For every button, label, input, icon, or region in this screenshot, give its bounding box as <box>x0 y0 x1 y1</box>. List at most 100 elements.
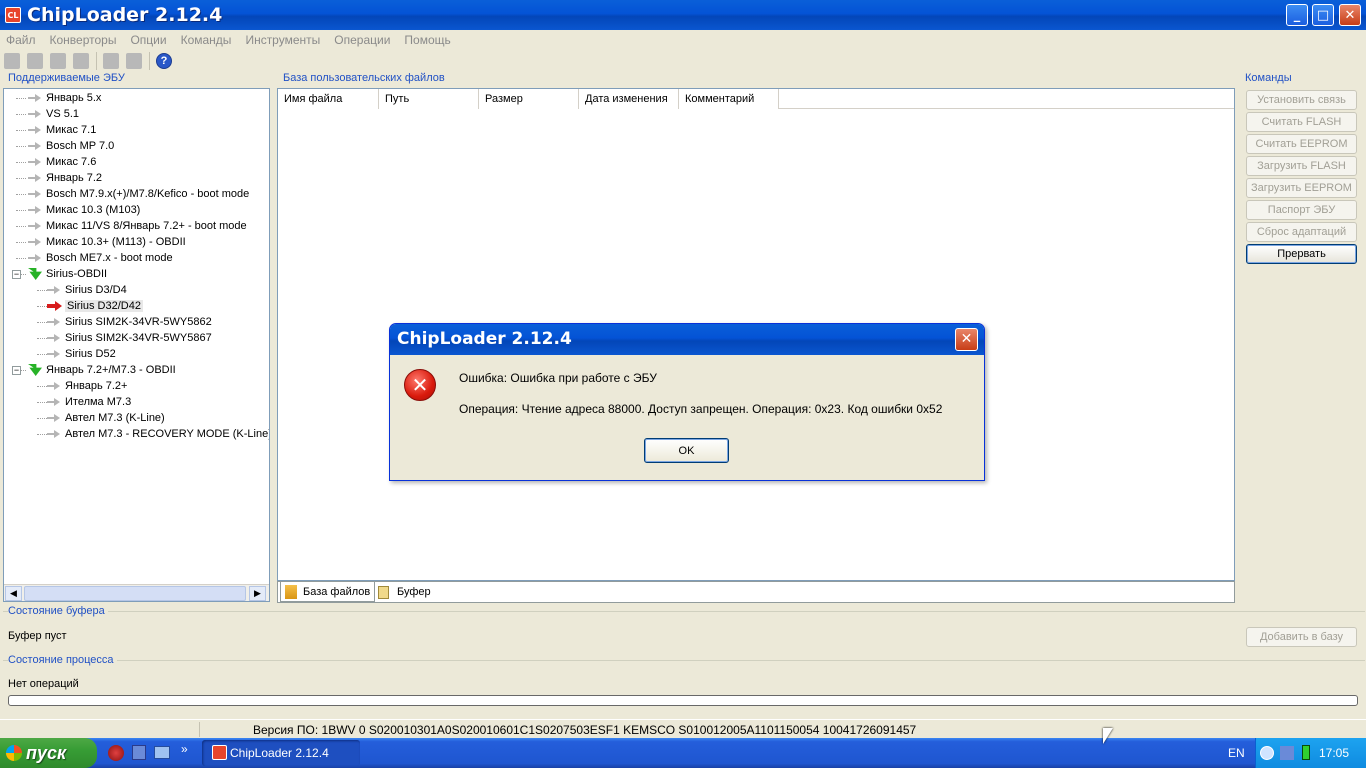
add-to-database-button[interactable]: Добавить в базу <box>1246 627 1357 647</box>
tree-item[interactable]: Sirius-OBDII <box>28 266 107 282</box>
tree-item[interactable]: Bosch M7.9.x(+)/M7.8/Kefico - boot mode <box>28 186 249 202</box>
tab-file-database[interactable]: База файлов <box>280 582 376 602</box>
tree-item[interactable]: Микас 7.1 <box>28 122 96 138</box>
save-icon[interactable] <box>132 745 146 760</box>
tree-item-label: Январь 7.2+ <box>65 380 128 392</box>
tree-item[interactable]: Январь 7.2+/M7.3 - OBDII <box>28 362 176 378</box>
tree-item-label: Автел M7.3 - RECOVERY MODE (K-Line) <box>65 428 270 440</box>
process-group-title: Состояние процесса <box>8 654 117 666</box>
browser-icon[interactable] <box>108 745 124 761</box>
dialog-titlebar[interactable]: ChipLoader 2.12.4 ✕ <box>390 324 984 355</box>
tree-connector <box>37 418 47 419</box>
scroll-right-button[interactable]: ▶ <box>249 586 266 601</box>
tray-back-icon[interactable] <box>1260 746 1274 760</box>
ecu-arrow-icon <box>47 381 61 391</box>
tree-connector <box>16 162 26 163</box>
column-size[interactable]: Размер <box>479 89 579 109</box>
ecu-arrow-icon <box>47 333 61 343</box>
tree-item[interactable]: Автел M7.3 - RECOVERY MODE (K-Line) <box>47 426 270 442</box>
tree-item[interactable]: Bosch MP 7.0 <box>28 138 114 154</box>
write-eeprom-button[interactable]: Загрузить EEPROM <box>1246 178 1357 198</box>
menu-tools[interactable]: Инструменты <box>245 33 320 47</box>
connect-button[interactable]: Установить связь <box>1246 90 1357 110</box>
dialog-close-button[interactable]: ✕ <box>955 328 978 351</box>
abort-button[interactable]: Прервать <box>1246 244 1357 264</box>
taskbar-task-label: ChipLoader 2.12.4 <box>230 746 329 760</box>
tree-item-label: Микас 11/VS 8/Январь 7.2+ - boot mode <box>46 220 247 232</box>
read-eeprom-button[interactable]: Считать EEPROM <box>1246 134 1357 154</box>
menu-commands[interactable]: Команды <box>181 33 232 47</box>
connect-icon[interactable] <box>4 53 20 69</box>
window-titlebar[interactable]: CL ChipLoader 2.12.4 _ □ ✕ <box>0 0 1366 30</box>
quicklaunch-chevron-icon[interactable]: » <box>181 742 188 756</box>
tree-collapse-icon[interactable]: − <box>12 366 21 375</box>
chiploader-icon <box>212 745 227 760</box>
tree-item[interactable]: VS 5.1 <box>28 106 79 122</box>
folder-arrow-icon <box>28 268 42 280</box>
tree-item[interactable]: Ителма M7.3 <box>47 394 131 410</box>
tree-item-label: Sirius D3/D4 <box>65 284 127 296</box>
version-label: Версия ПО: 1BWV 0 S020010301A0S020010601… <box>253 723 917 737</box>
tree-item-label: Микас 10.3 (M103) <box>46 204 141 216</box>
battery-icon[interactable] <box>1302 745 1310 760</box>
taskbar-chiploader-button[interactable]: ChipLoader 2.12.4 <box>202 740 360 766</box>
tree-connector <box>16 114 26 115</box>
close-button[interactable]: ✕ <box>1339 4 1361 26</box>
tree-item[interactable]: Sirius SIM2K-34VR-5WY5862 <box>47 314 212 330</box>
ecu-passport-button[interactable]: Паспорт ЭБУ <box>1246 200 1357 220</box>
tree-item[interactable]: Sirius D52 <box>47 346 116 362</box>
column-comment[interactable]: Комментарий <box>679 89 779 109</box>
tree-item[interactable]: Микас 10.3 (M103) <box>28 202 140 218</box>
column-filename[interactable]: Имя файла <box>278 89 379 109</box>
tree-item[interactable]: Январь 7.2+ <box>47 378 127 394</box>
column-modified[interactable]: Дата изменения <box>579 89 679 109</box>
scroll-thumb[interactable] <box>24 586 246 601</box>
minimize-button[interactable]: _ <box>1286 4 1308 26</box>
tree-item-label: Микас 7.6 <box>46 156 97 168</box>
write-flash-button[interactable]: Загрузить FLASH <box>1246 156 1357 176</box>
ecu-tree[interactable]: ◀ ▶ Январь 5.х VS 5.1 Микас 7.1 Bosch MP 7.… <box>3 88 270 602</box>
tree-collapse-icon[interactable]: − <box>12 270 21 279</box>
window-title: ChipLoader 2.12.4 <box>27 4 223 26</box>
tree-item[interactable]: Январь 5.х <box>28 90 101 106</box>
ecu-arrow-icon <box>28 109 42 119</box>
help-icon[interactable]: ? <box>156 53 172 69</box>
error-dialog: ChipLoader 2.12.4 ✕ ✕ Ошибка: Ошибка при… <box>389 323 985 481</box>
write-icon[interactable] <box>126 53 142 69</box>
ok-button[interactable]: OK <box>644 438 729 463</box>
maximize-button[interactable]: □ <box>1312 4 1334 26</box>
tree-item[interactable]: Микас 7.6 <box>28 154 96 170</box>
read-flash-button[interactable]: Считать FLASH <box>1246 112 1357 132</box>
tree-item[interactable]: Автел M7.3 (K-Line) <box>47 410 165 426</box>
ecu-arrow-icon <box>28 93 42 103</box>
tree-hscrollbar[interactable]: ◀ ▶ <box>4 584 269 601</box>
files-group-title: База пользовательских файлов <box>283 72 445 84</box>
desktop-icon[interactable] <box>154 746 170 759</box>
read-icon[interactable] <box>103 53 119 69</box>
tree-item[interactable]: Sirius D32/D42 <box>47 298 143 314</box>
tree-item[interactable]: Sirius SIM2K-34VR-5WY5867 <box>47 330 212 346</box>
menu-help[interactable]: Помощь <box>404 33 450 47</box>
column-path[interactable]: Путь <box>379 89 479 109</box>
stop-icon[interactable] <box>27 53 43 69</box>
network-icon[interactable] <box>1280 746 1294 760</box>
language-indicator[interactable]: EN <box>1228 746 1245 760</box>
tab-buffer[interactable]: Буфер <box>374 582 435 602</box>
tools-icon[interactable] <box>73 53 89 69</box>
tree-item[interactable]: Микас 11/VS 8/Январь 7.2+ - boot mode <box>28 218 247 234</box>
menu-options[interactable]: Опции <box>130 33 166 47</box>
menu-operations[interactable]: Операции <box>334 33 390 47</box>
menu-file[interactable]: Файл <box>6 33 36 47</box>
toolbar-separator <box>96 52 97 70</box>
undo-icon[interactable] <box>50 53 66 69</box>
scroll-left-button[interactable]: ◀ <box>5 586 22 601</box>
tree-item[interactable]: Микас 10.3+ (M113) - OBDII <box>28 234 186 250</box>
tree-item[interactable]: Январь 7.2 <box>28 170 102 186</box>
tree-item[interactable]: Bosch ME7.x - boot mode <box>28 250 173 266</box>
start-button[interactable]: пуск <box>0 738 97 768</box>
tree-item-label: Январь 5.х <box>46 92 102 104</box>
menu-converters[interactable]: Конверторы <box>50 33 117 47</box>
clock[interactable]: 17:05 <box>1319 746 1349 760</box>
reset-adaptations-button[interactable]: Сброс адаптаций <box>1246 222 1357 242</box>
tree-item[interactable]: Sirius D3/D4 <box>47 282 127 298</box>
